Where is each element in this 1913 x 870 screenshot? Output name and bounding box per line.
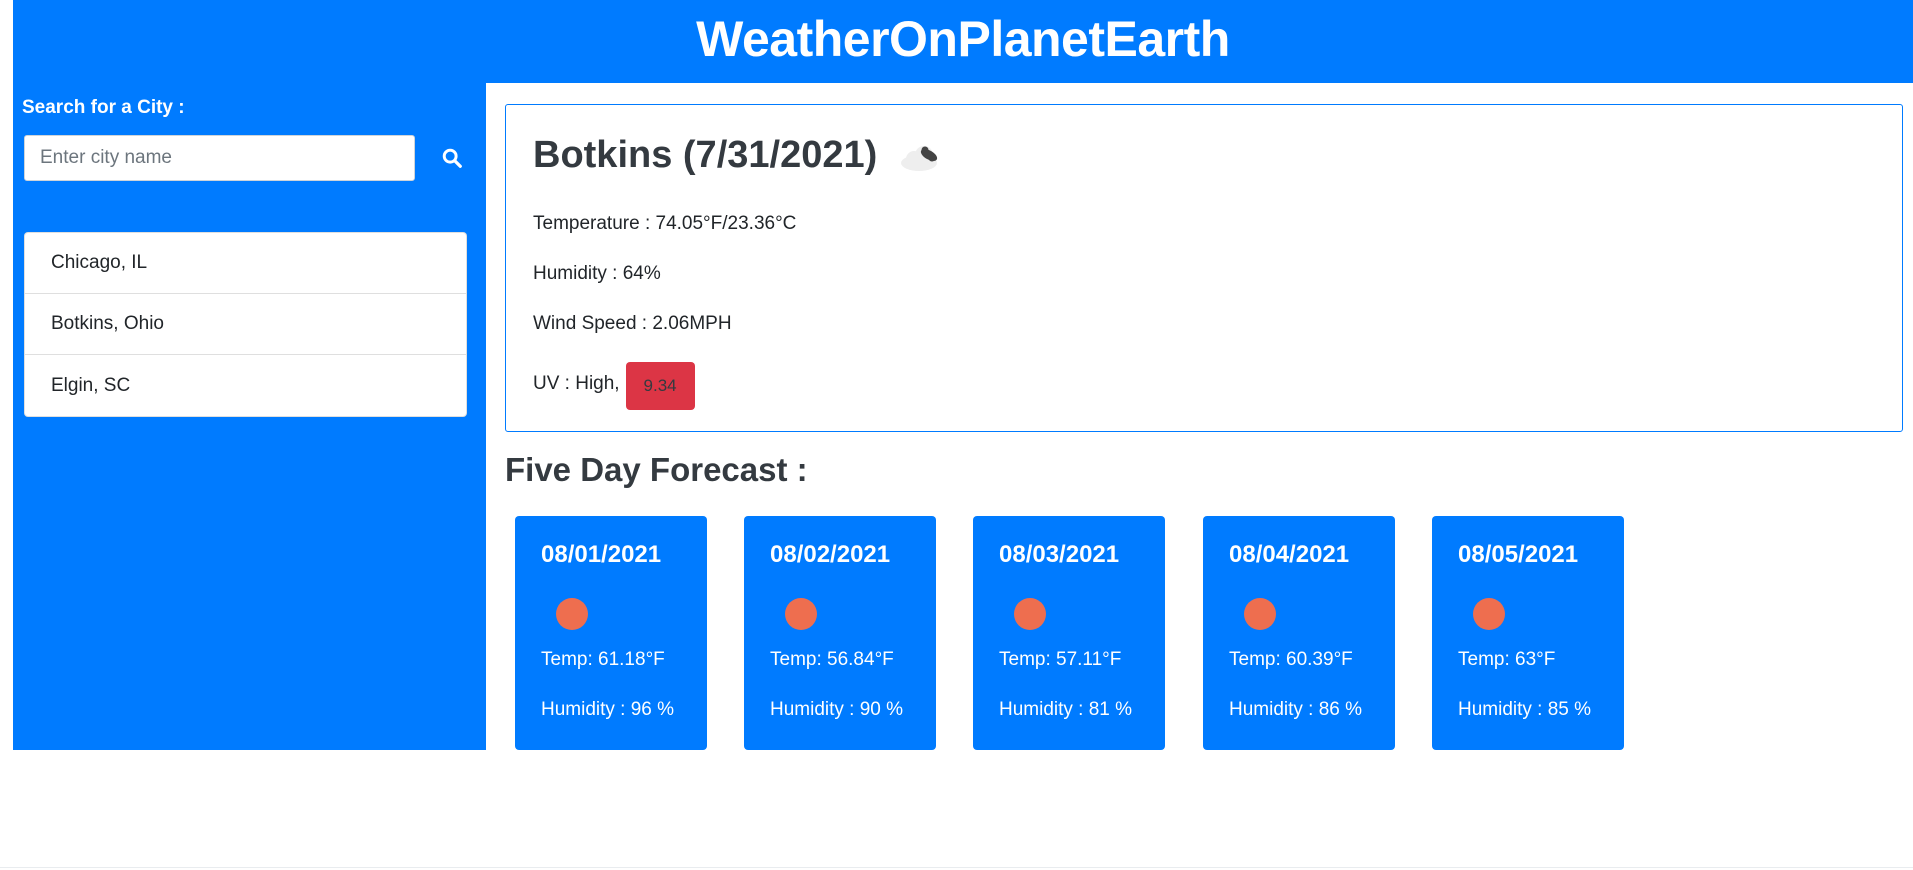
- forecast-humidity: Humidity : 85 %: [1458, 699, 1592, 720]
- footer-divider: [0, 867, 1913, 868]
- weather-icon: [1473, 598, 1505, 630]
- forecast-card: 08/04/2021 Temp: 60.39°F Humidity : 86 %: [1203, 516, 1395, 750]
- forecast-temp: Temp: 56.84°F: [770, 649, 894, 670]
- current-weather-header: Botkins (7/31/2021): [533, 133, 947, 177]
- forecast-humidity: Humidity : 96 %: [541, 699, 675, 720]
- forecast-temp: Temp: 57.11°F: [999, 649, 1122, 670]
- app-title: WeatherOnPlanetEarth: [696, 10, 1230, 67]
- forecast-humidity: Humidity : 86 %: [1229, 699, 1363, 720]
- search-label: Search for a City :: [22, 97, 185, 118]
- current-city-title: Botkins (7/31/2021): [533, 133, 878, 176]
- broken-clouds-icon: [901, 146, 938, 171]
- forecast-card: 08/02/2021 Temp: 56.84°F Humidity : 90 %: [744, 516, 936, 750]
- forecast-date: 08/04/2021: [1229, 541, 1350, 568]
- sidebar: Search for a City : Chicago, IL Botkins,…: [13, 83, 486, 750]
- forecast-date: 08/05/2021: [1458, 541, 1579, 568]
- forecast-temp: Temp: 63°F: [1458, 649, 1556, 670]
- search-history-list: Chicago, IL Botkins, Ohio Elgin, SC: [24, 232, 467, 417]
- weather-icon: [1244, 598, 1276, 630]
- current-wind-speed: Wind Speed : 2.06MPH: [533, 313, 732, 334]
- city-search-input[interactable]: [24, 135, 415, 181]
- forecast-card: 08/03/2021 Temp: 57.11°F Humidity : 81 %: [973, 516, 1165, 750]
- uv-index-badge: 9.34: [625, 362, 695, 410]
- current-weather-card: Botkins (7/31/2021) Temperature : 74.05°…: [505, 104, 1903, 432]
- forecast-title: Five Day Forecast :: [505, 451, 808, 488]
- forecast-card: 08/05/2021 Temp: 63°F Humidity : 85 %: [1432, 516, 1624, 750]
- current-humidity: Humidity : 64%: [533, 263, 661, 284]
- forecast-temp: Temp: 61.18°F: [541, 649, 665, 670]
- weather-icon: [556, 598, 588, 630]
- forecast-date: 08/02/2021: [770, 541, 891, 568]
- forecast-temp: Temp: 60.39°F: [1229, 649, 1353, 670]
- forecast-date: 08/03/2021: [999, 541, 1120, 568]
- forecast-card: 08/01/2021 Temp: 61.18°F Humidity : 96 %: [515, 516, 707, 750]
- weather-icon: [1014, 598, 1046, 630]
- weather-icon: [785, 598, 817, 630]
- search-icon: [442, 148, 462, 168]
- forecast-humidity: Humidity : 90 %: [770, 699, 904, 720]
- app-header: WeatherOnPlanetEarth: [13, 0, 1913, 83]
- history-city-item[interactable]: Botkins, Ohio: [25, 294, 466, 355]
- uv-row: UV : High, 9.34: [533, 358, 695, 410]
- history-city-item[interactable]: Chicago, IL: [25, 233, 466, 294]
- current-temperature: Temperature : 74.05°F/23.36°C: [533, 213, 797, 234]
- search-button[interactable]: [427, 137, 477, 179]
- forecast-humidity: Humidity : 81 %: [999, 699, 1133, 720]
- uv-label: UV : High,: [533, 373, 620, 394]
- history-city-item[interactable]: Elgin, SC: [25, 355, 466, 416]
- forecast-date: 08/01/2021: [541, 541, 662, 568]
